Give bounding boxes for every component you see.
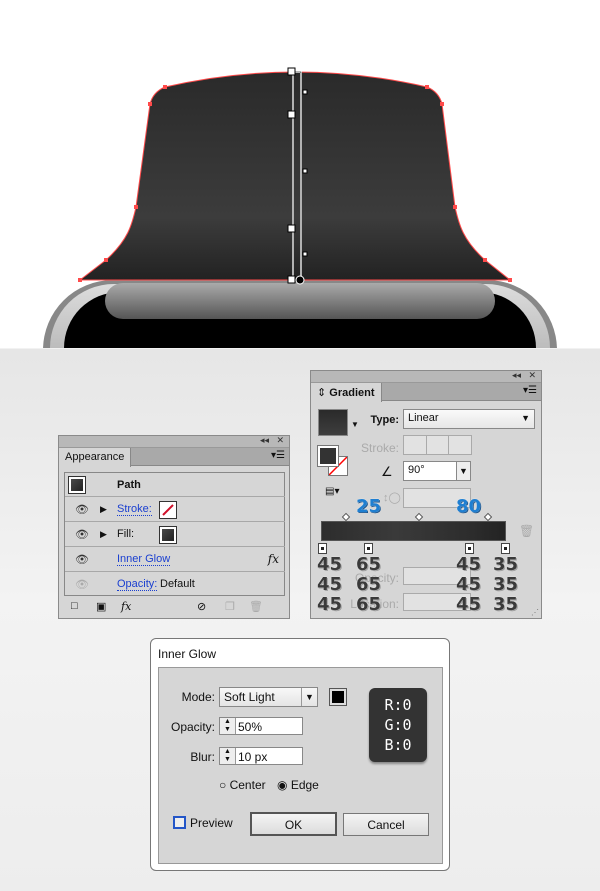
stop-value: 45 [317,594,343,615]
stroke-options [403,435,472,455]
blue-value: B:0 [384,736,412,754]
add-effect-button[interactable]: fx [121,600,131,613]
edge-radio[interactable]: ◉ Edge [277,778,319,792]
rgb-tooltip: R:0 G:0 B:0 [369,688,427,762]
clear-appearance-icon[interactable]: ⊘ [197,600,206,613]
stepper-icon[interactable]: ▲ ▼ [220,748,236,764]
opacity-input[interactable]: ▲ ▼ 50% [219,717,303,735]
mode-select[interactable]: Soft Light ▼ [219,687,318,707]
close-icon[interactable]: ✕ [276,435,284,446]
watch-body [43,280,557,348]
resize-grip-icon[interactable]: ⋰ [531,608,539,617]
ok-button[interactable]: OK [250,812,337,836]
fill-row[interactable]: 👁 ▶ Fill: [65,523,285,547]
glow-color-swatch[interactable] [329,688,347,706]
stop-value: 45 [456,594,482,615]
duplicate-icon[interactable]: ❐ [225,600,235,613]
radio-unchecked-icon: ○ [219,778,227,792]
preview-checkbox[interactable]: Preview [173,816,233,830]
color-stop[interactable] [465,543,474,554]
radio-checked-icon: ◉ [277,778,288,792]
stop-value: 45 [317,554,343,575]
add-stroke-icon[interactable]: □ [71,600,78,612]
angle-icon: ∠ [381,464,393,479]
midpoint-annotation: 80 [456,496,482,517]
stroke-swatch[interactable] [159,501,177,519]
fill-swatch[interactable] [159,526,177,544]
midpoint-annotation: 25 [356,496,382,517]
stop-value: 45 [456,554,482,575]
panel-menu-icon[interactable]: ▾☰ [271,450,285,461]
midpoint-marker[interactable] [414,512,424,522]
color-stop[interactable] [364,543,373,554]
delete-stop-icon[interactable]: 🗑 [519,524,534,538]
stop-value: 35 [493,554,519,575]
updown-icon: ⇕ [317,387,327,399]
stop-value: 35 [493,594,519,615]
dialog-title: Inner Glow [158,647,217,661]
inner-glow-link[interactable]: Inner Glow [117,553,171,566]
type-select[interactable]: Linear ▼ [403,409,535,429]
stop-value: 65 [356,554,382,575]
eye-icon[interactable]: 👁 [75,528,89,541]
mode-label: Mode: [181,690,215,704]
tab-appearance[interactable]: Appearance [59,448,132,467]
trash-icon[interactable]: 🗑 [249,600,263,613]
tab-gradient[interactable]: ⇕ Gradient [311,383,382,402]
close-icon[interactable]: ✕ [528,370,536,381]
expand-triangle-icon[interactable]: ▶ [100,529,107,540]
stroke-row[interactable]: 👁 ▶ Stroke: [65,498,285,522]
path-label: Path [117,479,141,491]
eye-icon[interactable]: 👁 [75,553,89,566]
appearance-list: Path 👁 ▶ Stroke: 👁 ▶ Fill: 👁 Inner Glow fx… [64,472,285,596]
reverse-gradient-icon[interactable]: ▤▾ [325,486,339,497]
stop-value: 65 [356,574,382,595]
fill-label: Fill: [117,528,135,540]
fx-icon: fx [267,552,279,566]
expand-triangle-icon[interactable]: ▶ [100,504,107,515]
type-label: Type: [370,414,399,426]
red-value: R:0 [384,696,412,714]
stop-value: 45 [456,574,482,595]
blur-label: Blur: [190,750,215,764]
angle-input[interactable]: 90° ▼ [403,461,471,481]
cancel-button[interactable]: Cancel [343,813,429,836]
stop-value: 45 [317,574,343,595]
stop-value: 65 [356,594,382,615]
stroke-link[interactable]: Stroke: [117,503,152,516]
aspect-ratio-icon: ↕◯ [383,492,401,504]
artwork-canvas [43,67,557,348]
collapse-icon[interactable]: ◂◂ [260,435,269,446]
opacity-link[interactable]: Opacity: [117,578,158,591]
gradient-slider[interactable] [321,521,506,541]
stroke-label: Stroke: [360,441,399,455]
fill-stroke-swatches[interactable] [317,445,348,476]
eye-icon[interactable]: 👁 [75,578,89,591]
panel-menu-icon[interactable]: ▾☰ [523,385,537,396]
opacity-row[interactable]: 👁 Opacity: Default [65,573,285,597]
midpoint-marker[interactable] [341,512,351,522]
path-row[interactable]: Path [65,473,285,497]
appearance-panel: ◂◂ ✕ Appearance ▾☰ Path 👁 ▶ Stroke: 👁 ▶ Fill… [58,435,290,619]
stepper-icon[interactable]: ▲ ▼ [220,718,236,734]
add-fill-icon[interactable]: ▣ [96,600,106,613]
blur-input[interactable]: ▲ ▼ 10 px [219,747,303,765]
stop-value: 35 [493,574,519,595]
green-value: G:0 [384,716,412,734]
collapse-icon[interactable]: ◂◂ [512,370,521,381]
strap-shape [78,71,512,281]
midpoint-marker[interactable] [483,512,493,522]
inner-glow-row[interactable]: 👁 Inner Glow fx [65,548,285,572]
center-radio[interactable]: ○ Center [219,778,266,792]
dropdown-arrow-icon[interactable]: ▼ [351,420,359,429]
gradient-preview[interactable] [318,409,348,436]
path-thumbnail [68,476,86,494]
color-stop[interactable] [501,543,510,554]
eye-icon[interactable]: 👁 [75,503,89,516]
color-stop[interactable] [318,543,327,554]
opacity-value: Default [160,578,195,590]
opacity-label: Opacity: [170,720,215,734]
